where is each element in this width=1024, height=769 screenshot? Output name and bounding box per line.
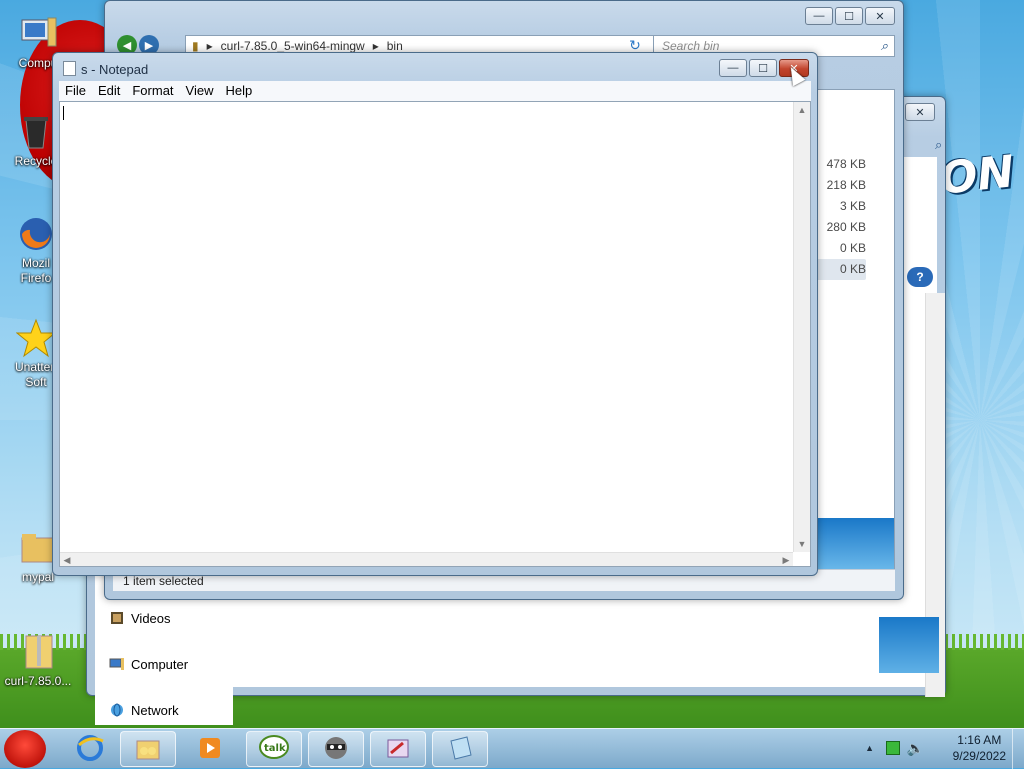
nav-item-videos[interactable]: Videos	[95, 595, 233, 641]
notepad-icon	[445, 733, 475, 766]
computer-icon	[18, 14, 58, 54]
svg-text:talk: talk	[264, 743, 286, 754]
scroll-up-icon[interactable]: ▲	[794, 102, 810, 118]
menu-view[interactable]: View	[180, 81, 220, 101]
desktop-icon-curl-zip[interactable]: curl-7.85.0...	[0, 632, 78, 689]
show-desktop-button[interactable]	[1012, 729, 1024, 769]
taskbar-raccoon-app[interactable]	[308, 731, 364, 767]
scroll-down-icon[interactable]: ▼	[794, 536, 810, 552]
raccoon-app-icon	[321, 733, 351, 766]
text-caret	[63, 106, 64, 120]
nav-item-network[interactable]: Network	[95, 687, 233, 733]
recycle-bin-icon	[16, 112, 56, 152]
breadcrumb-chevron-icon: ▸	[206, 39, 213, 53]
window-controls: — ☐ ✕	[805, 7, 895, 25]
clock-time: 1:16 AM	[957, 733, 1002, 747]
breadcrumb-chevron-icon: ▸	[372, 39, 379, 53]
start-button[interactable]	[4, 730, 46, 768]
tray-expand-icon[interactable]: ▲	[865, 743, 874, 753]
star-icon	[15, 318, 57, 358]
volume-muted-icon[interactable]: 🔈	[907, 740, 924, 757]
notepad-icon	[63, 61, 76, 76]
paint-app-icon	[383, 733, 413, 766]
nav-item-label: Videos	[131, 610, 171, 626]
close-button[interactable]: ✕	[865, 7, 895, 25]
media-player-icon	[195, 733, 225, 766]
computer-icon	[109, 657, 125, 671]
videos-icon	[109, 611, 125, 625]
desktop-icon-label: curl-7.85.0...	[4, 674, 72, 688]
folder-icon: ▮	[192, 39, 199, 53]
taskbar: talk ▲ 🔈 1:16 AM 9/29/2022	[0, 728, 1024, 769]
text-editor[interactable]: ▲ ▼ ◀ ▶	[59, 101, 811, 567]
taskbar-media-player[interactable]	[182, 731, 238, 767]
menu-bar: File Edit Format View Help	[59, 81, 811, 101]
zip-folder-icon	[18, 632, 58, 672]
breadcrumb-item[interactable]: curl-7.85.0_5-win64-mingw	[221, 39, 365, 53]
window-controls: ✕	[905, 103, 935, 121]
window-title: s - Notepad	[81, 62, 149, 77]
help-icon[interactable]: ?	[907, 267, 933, 287]
search-icon[interactable]: ⌕	[881, 38, 888, 54]
network-tray-icon[interactable]	[886, 741, 900, 755]
preview-thumbnail	[812, 518, 894, 570]
taskbar-google-talk[interactable]: talk	[246, 731, 302, 767]
notepad-window[interactable]: s - Notepad — ☐ ✕ File Edit Format View …	[52, 52, 818, 576]
menu-edit[interactable]: Edit	[92, 81, 126, 101]
preview-thumbnail	[879, 617, 939, 673]
maximize-button[interactable]: ☐	[835, 7, 863, 25]
internet-explorer-icon	[75, 733, 105, 766]
windows-explorer-icon	[133, 733, 163, 766]
vertical-scrollbar[interactable]: ▲ ▼	[793, 102, 810, 552]
system-clock[interactable]: 1:16 AM 9/29/2022	[953, 732, 1006, 764]
search-placeholder: Search bin	[662, 39, 720, 53]
nav-item-label: Computer	[131, 656, 189, 672]
menu-format[interactable]: Format	[126, 81, 179, 101]
close-button[interactable]: ✕	[905, 103, 935, 121]
menu-help[interactable]: Help	[219, 81, 258, 101]
maximize-button[interactable]: ☐	[749, 59, 777, 77]
minimize-button[interactable]: —	[805, 7, 833, 25]
nav-item-computer[interactable]: Computer	[95, 641, 233, 687]
minimize-button[interactable]: —	[719, 59, 747, 77]
taskbar-notepad[interactable]	[432, 731, 488, 767]
taskbar-windows-explorer[interactable]	[120, 731, 176, 767]
firefox-icon	[16, 214, 56, 254]
navigation-pane: Videos Computer Network	[95, 595, 233, 725]
google-talk-icon: talk	[258, 733, 290, 766]
scroll-left-icon[interactable]: ◀	[60, 553, 74, 567]
taskbar-internet-explorer[interactable]	[62, 731, 118, 767]
network-icon	[109, 703, 125, 717]
search-icon[interactable]: ⌕	[935, 137, 955, 157]
menu-file[interactable]: File	[59, 81, 92, 101]
clock-date: 9/29/2022	[952, 749, 1006, 763]
horizontal-scrollbar[interactable]: ◀ ▶	[60, 552, 793, 566]
nav-item-label: Network	[131, 702, 179, 718]
breadcrumb-item[interactable]: bin	[387, 39, 403, 53]
scroll-right-icon[interactable]: ▶	[779, 553, 793, 567]
taskbar-paint-app[interactable]	[370, 731, 426, 767]
